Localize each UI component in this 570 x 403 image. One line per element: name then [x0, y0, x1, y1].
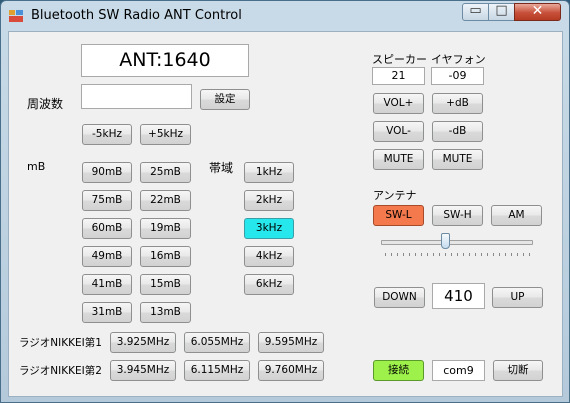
slider-tick	[415, 253, 416, 256]
preset-2-freq-2-button[interactable]: 6.115MHz	[184, 360, 250, 381]
bandwidth-3khz-button[interactable]: 3kHz	[244, 218, 294, 239]
slider-tick	[397, 253, 398, 256]
slider-tick	[451, 253, 452, 256]
plus-5khz-button[interactable]: +5kHz	[140, 124, 191, 145]
band-19mb-button[interactable]: 19mB	[140, 218, 191, 239]
slider-tick	[523, 253, 524, 256]
bandwidth-6khz-button[interactable]: 6kHz	[244, 274, 294, 295]
slider-tick	[433, 253, 434, 256]
band-25mb-button[interactable]: 25mB	[140, 162, 191, 183]
band-22mb-button[interactable]: 22mB	[140, 190, 191, 211]
maximize-button[interactable]: □	[488, 3, 515, 21]
ant-display: ANT:1640	[81, 44, 249, 77]
bandwidth-label: 帯域	[209, 161, 234, 175]
preset-1-freq-3-button[interactable]: 9.595MHz	[258, 332, 324, 353]
tune-value: 410	[432, 283, 485, 309]
slider-tick	[409, 253, 410, 256]
slider-tick	[481, 253, 482, 256]
antenna-am-button[interactable]: AM	[491, 205, 542, 226]
preset-1-freq-1-button[interactable]: 3.925MHz	[110, 332, 176, 353]
band-label: mB	[27, 160, 46, 173]
title-bar: Bluetooth SW Radio ANT Control ▭ □ ✕	[1, 1, 569, 31]
preset-label-2: ラジオNIKKEI第2	[19, 365, 102, 377]
slider-tick	[391, 253, 392, 256]
com-port-field: com9	[432, 360, 485, 381]
slider-tick	[511, 253, 512, 256]
band-90mb-button[interactable]: 90mB	[82, 162, 132, 183]
tune-up-button[interactable]: UP	[492, 287, 543, 308]
preset-2-freq-3-button[interactable]: 9.760MHz	[258, 360, 324, 381]
volume-down-button[interactable]: VOL-	[373, 121, 424, 142]
speaker-label: スピーカー	[372, 53, 427, 66]
slider-thumb[interactable]	[441, 233, 451, 249]
slider-tick	[403, 253, 404, 256]
preset-1-freq-2-button[interactable]: 6.055MHz	[184, 332, 250, 353]
slider-tick	[427, 253, 428, 256]
window-title: Bluetooth SW Radio ANT Control	[31, 8, 242, 23]
earphone-mute-button[interactable]: MUTE	[432, 149, 483, 170]
band-16mb-button[interactable]: 16mB	[140, 246, 191, 267]
speaker-volume-value: 21	[372, 67, 425, 85]
band-75mb-button[interactable]: 75mB	[82, 190, 132, 211]
band-13mb-button[interactable]: 13mB	[140, 302, 191, 323]
slider-tick	[517, 253, 518, 256]
maximize-icon: □	[495, 3, 508, 18]
db-up-button[interactable]: +dB	[432, 93, 483, 114]
slider-tick	[445, 253, 446, 256]
disconnect-button[interactable]: 切断	[493, 360, 543, 381]
slider-tick	[463, 253, 464, 256]
band-49mb-button[interactable]: 49mB	[82, 246, 132, 267]
antenna-label: アンテナ	[373, 189, 417, 202]
slider-tick	[421, 253, 422, 256]
set-button[interactable]: 設定	[200, 89, 250, 110]
slider-ticks	[385, 253, 530, 256]
frequency-input[interactable]	[81, 84, 192, 109]
slider-tick	[385, 253, 386, 256]
connect-button[interactable]: 接続	[373, 360, 424, 381]
minimize-icon: ▭	[469, 3, 482, 18]
slider-tick	[529, 253, 530, 256]
close-button[interactable]: ✕	[514, 3, 561, 21]
minus-5khz-button[interactable]: -5kHz	[82, 124, 132, 145]
preset-2-freq-1-button[interactable]: 3.945MHz	[110, 360, 176, 381]
close-icon: ✕	[531, 3, 544, 19]
band-31mb-button[interactable]: 31mB	[82, 302, 132, 323]
band-60mb-button[interactable]: 60mB	[82, 218, 132, 239]
tune-down-button[interactable]: DOWN	[374, 287, 425, 308]
bandwidth-1khz-button[interactable]: 1kHz	[244, 162, 294, 183]
client-area: ANT:1640 周波数 設定 -5kHz +5kHz mB 90mB 75mB…	[8, 31, 563, 397]
minimize-button[interactable]: ▭	[462, 3, 489, 21]
preset-label-1: ラジオNIKKEI第1	[19, 337, 102, 349]
main-window: Bluetooth SW Radio ANT Control ▭ □ ✕ ANT…	[0, 0, 570, 403]
volume-up-button[interactable]: VOL+	[373, 93, 424, 114]
slider-tick	[499, 253, 500, 256]
band-15mb-button[interactable]: 15mB	[140, 274, 191, 295]
slider-tick	[505, 253, 506, 256]
slider-tick	[487, 253, 488, 256]
antenna-slider[interactable]	[379, 230, 535, 260]
slider-track	[381, 240, 533, 245]
db-down-button[interactable]: -dB	[432, 121, 483, 142]
app-icon	[9, 10, 23, 22]
bandwidth-2khz-button[interactable]: 2kHz	[244, 190, 294, 211]
antenna-sw-l-button[interactable]: SW-L	[373, 205, 424, 226]
antenna-sw-h-button[interactable]: SW-H	[432, 205, 483, 226]
slider-tick	[439, 253, 440, 256]
earphone-label: イヤフォン	[431, 53, 486, 66]
frequency-label: 周波数	[27, 97, 64, 111]
band-41mb-button[interactable]: 41mB	[82, 274, 132, 295]
slider-tick	[493, 253, 494, 256]
slider-tick	[469, 253, 470, 256]
earphone-volume-value: -09	[431, 67, 484, 85]
slider-tick	[475, 253, 476, 256]
speaker-mute-button[interactable]: MUTE	[373, 149, 424, 170]
bandwidth-4khz-button[interactable]: 4kHz	[244, 246, 294, 267]
slider-tick	[457, 253, 458, 256]
